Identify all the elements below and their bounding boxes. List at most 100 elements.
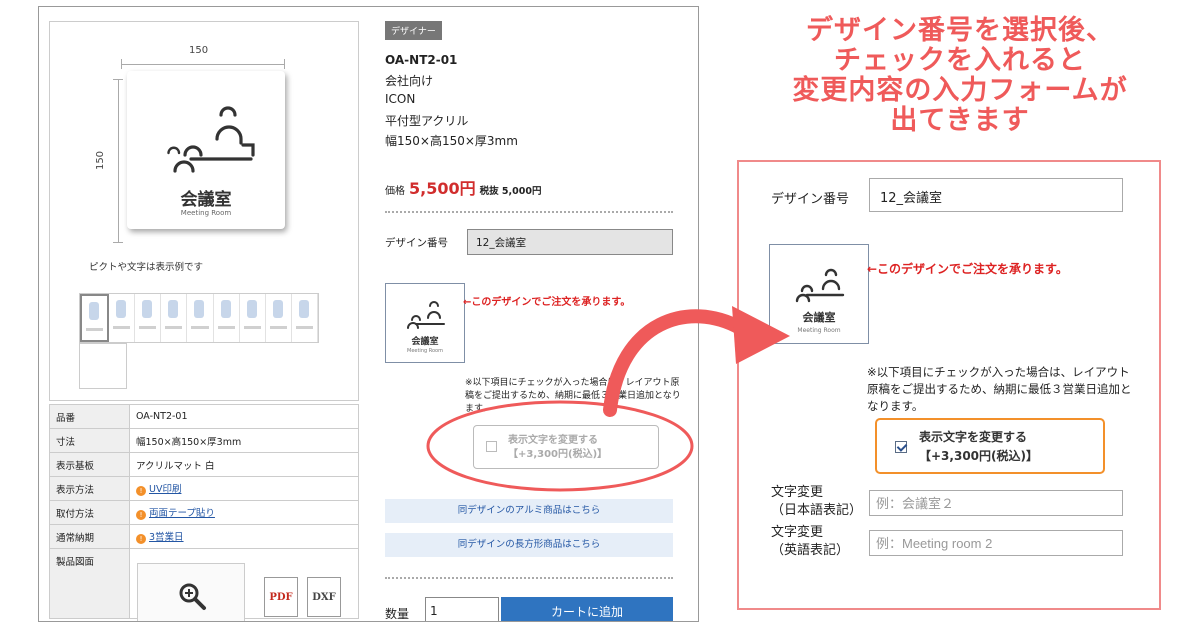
design-number-label: デザイン番号 xyxy=(385,237,448,249)
sample-note: ピクトや文字は表示例です xyxy=(89,262,204,273)
en-text-change-input[interactable] xyxy=(869,530,1123,556)
change-text-checkbox-checked[interactable] xyxy=(895,441,907,453)
thumbnail-item[interactable] xyxy=(109,294,136,342)
spec-key: 寸法 xyxy=(49,428,130,453)
headline: デザイン番号を選択後、 チェックを入れると 変更内容の入力フォームが 出てきます xyxy=(730,16,1190,136)
jp-text-change-label: 文字変更 （日本語表記） xyxy=(771,484,862,520)
headline-line: デザイン番号を選択後、 xyxy=(806,15,1114,46)
spec-key: 取付方法 xyxy=(49,500,130,525)
preview-room-name-en: Meeting Room xyxy=(407,348,443,354)
selected-design-preview: 会議室 Meeting Room xyxy=(385,283,465,363)
lead-time-link[interactable]: 3営業日 xyxy=(149,532,184,543)
spec-value: OA-NT2-01 xyxy=(129,404,359,429)
price-row: 価格 5,500円 税抜 5,000円 xyxy=(385,175,541,199)
thumbnail-item[interactable] xyxy=(214,294,240,342)
preview-room-name: 会議室 xyxy=(802,311,836,324)
aluminum-product-link[interactable]: 同デザインのアルミ商品はこちら xyxy=(385,499,673,523)
spec-value-cell: ! UV印刷 xyxy=(129,476,359,501)
spec-key: 表示基板 xyxy=(49,452,130,477)
spec-value-cell: ! 3営業日 xyxy=(129,524,359,549)
info-icon: ! xyxy=(136,534,146,544)
spec-value: アクリルマット 白 xyxy=(129,452,359,477)
meeting-pictogram-icon xyxy=(167,106,255,173)
design-number-select[interactable]: 12_会議室 xyxy=(869,178,1123,212)
en-text-change-label: 文字変更 （英語表記） xyxy=(771,524,849,560)
change-text-checkbox[interactable] xyxy=(486,441,497,452)
add-to-cart-button[interactable]: カートに追加 xyxy=(501,597,673,621)
headline-line: 変更内容の入力フォームが xyxy=(792,75,1128,106)
change-text-label-line2: 【+3,300円(税込)】 xyxy=(919,449,1038,463)
product-desc-line: ICON xyxy=(385,92,416,106)
plate-room-name-en: Meeting Room xyxy=(180,209,232,217)
table-row: 取付方法 ! 両面テープ貼り xyxy=(49,500,359,525)
thumbnail-item[interactable] xyxy=(161,294,188,342)
change-text-label: 表示文字を変更する 【+3,300円(税込)】 xyxy=(919,428,1038,466)
selected-design-preview: 会議室 Meeting Room xyxy=(769,244,869,344)
change-text-label-line1: 表示文字を変更する xyxy=(508,435,598,446)
preview-room-name-en: Meeting Room xyxy=(797,327,841,334)
change-text-option[interactable]: 表示文字を変更する 【+3,300円(税込)】 xyxy=(473,425,659,469)
thumbnail-item[interactable] xyxy=(135,294,162,342)
divider xyxy=(385,211,673,213)
change-text-label-line2: 【+3,300円(税込)】 xyxy=(508,449,608,460)
thumbnail-item[interactable] xyxy=(80,294,110,342)
pdf-label: PDF xyxy=(269,592,293,603)
layout-notice: ※以下項目にチェックが入った場合は、レイアウト原稿をご提出するため、納期に最低３… xyxy=(867,365,1132,413)
design-number-label: デザイン番号 xyxy=(771,192,850,207)
change-text-option[interactable]: 表示文字を変更する 【+3,300円(税込)】 xyxy=(875,418,1105,474)
dxf-download-icon[interactable]: DXF xyxy=(307,577,341,617)
divider xyxy=(385,577,673,579)
jp-text-change-label-line2: （日本語表記） xyxy=(771,503,863,518)
thumbnail-item[interactable] xyxy=(240,294,266,342)
height-dimension-label: 150 xyxy=(95,150,107,171)
meeting-pictogram-icon xyxy=(407,301,445,329)
pdf-download-icon[interactable]: PDF xyxy=(264,577,298,617)
thumbnail-strip xyxy=(79,293,319,343)
table-row: 寸法 幅150×高150×厚3mm xyxy=(49,428,359,453)
product-code: OA-NT2-01 xyxy=(385,53,458,67)
rectangle-product-link[interactable]: 同デザインの長方形商品はこちら xyxy=(385,533,673,557)
headline-line: 出てきます xyxy=(890,105,1030,136)
en-text-change-label-line1: 文字変更 xyxy=(771,525,824,540)
price-excl-tax: 税抜 5,000円 xyxy=(479,186,542,197)
spec-key: 通常納期 xyxy=(49,524,130,549)
accept-note: ←このデザインでご注文を承ります。 xyxy=(463,297,631,308)
product-desc-line: 平付型アクリル xyxy=(385,114,469,128)
info-icon: ! xyxy=(136,486,146,496)
quantity-label: 数量 xyxy=(385,607,410,621)
spec-key: 品番 xyxy=(49,404,130,429)
table-row: 品番 OA-NT2-01 xyxy=(49,404,359,429)
info-icon: ! xyxy=(136,510,146,520)
table-row: 表示基板 アクリルマット 白 xyxy=(49,452,359,477)
quantity-input[interactable]: 1 xyxy=(425,597,499,621)
product-desc-line: 会社向け xyxy=(385,74,434,88)
spec-key: 製品図面 xyxy=(49,548,130,619)
zoom-icon[interactable] xyxy=(177,581,207,611)
change-text-label-line1: 表示文字を変更する xyxy=(919,430,1028,444)
plate-room-name: 会議室 xyxy=(180,190,232,210)
accept-note: ←このデザインでご注文を承ります。 xyxy=(867,262,1068,276)
product-page-screenshot: 150 150 会議室 Meeting Room ピクトや文字は表示例です 品番… xyxy=(38,6,699,622)
spec-key: 表示方法 xyxy=(49,476,130,501)
jp-text-change-input[interactable] xyxy=(869,490,1123,516)
designer-badge: デザイナー xyxy=(385,21,442,40)
zoomed-form-panel: デザイン番号 12_会議室 会議室 Meeting Room ←このデザインでご… xyxy=(737,160,1161,610)
price-label: 価格 xyxy=(385,186,405,197)
dxf-label: DXF xyxy=(312,592,336,603)
preview-room-name: 会議室 xyxy=(411,337,439,347)
thumbnail-item[interactable] xyxy=(187,294,214,342)
print-method-link[interactable]: UV印刷 xyxy=(149,484,181,495)
mount-method-link[interactable]: 両面テープ貼り xyxy=(149,508,215,519)
thumbnail-item[interactable] xyxy=(266,294,292,342)
jp-text-change-label-line1: 文字変更 xyxy=(771,485,824,500)
layout-notice: ※以下項目にチェックが入った場合は、レイアウト原稿をご提出するため、納期に最低３… xyxy=(465,378,681,414)
thumbnail-item[interactable] xyxy=(292,294,318,342)
table-row: 通常納期 ! 3営業日 xyxy=(49,524,359,549)
spec-value: 幅150×高150×厚3mm xyxy=(129,428,359,453)
table-row: 表示方法 ! UV印刷 xyxy=(49,476,359,501)
height-dimension-line xyxy=(113,79,123,243)
design-number-select[interactable]: 12_会議室 xyxy=(467,229,673,255)
width-dimension-line xyxy=(121,59,285,69)
headline-line: チェックを入れると xyxy=(834,45,1086,76)
thumbnail-item[interactable] xyxy=(79,343,127,389)
